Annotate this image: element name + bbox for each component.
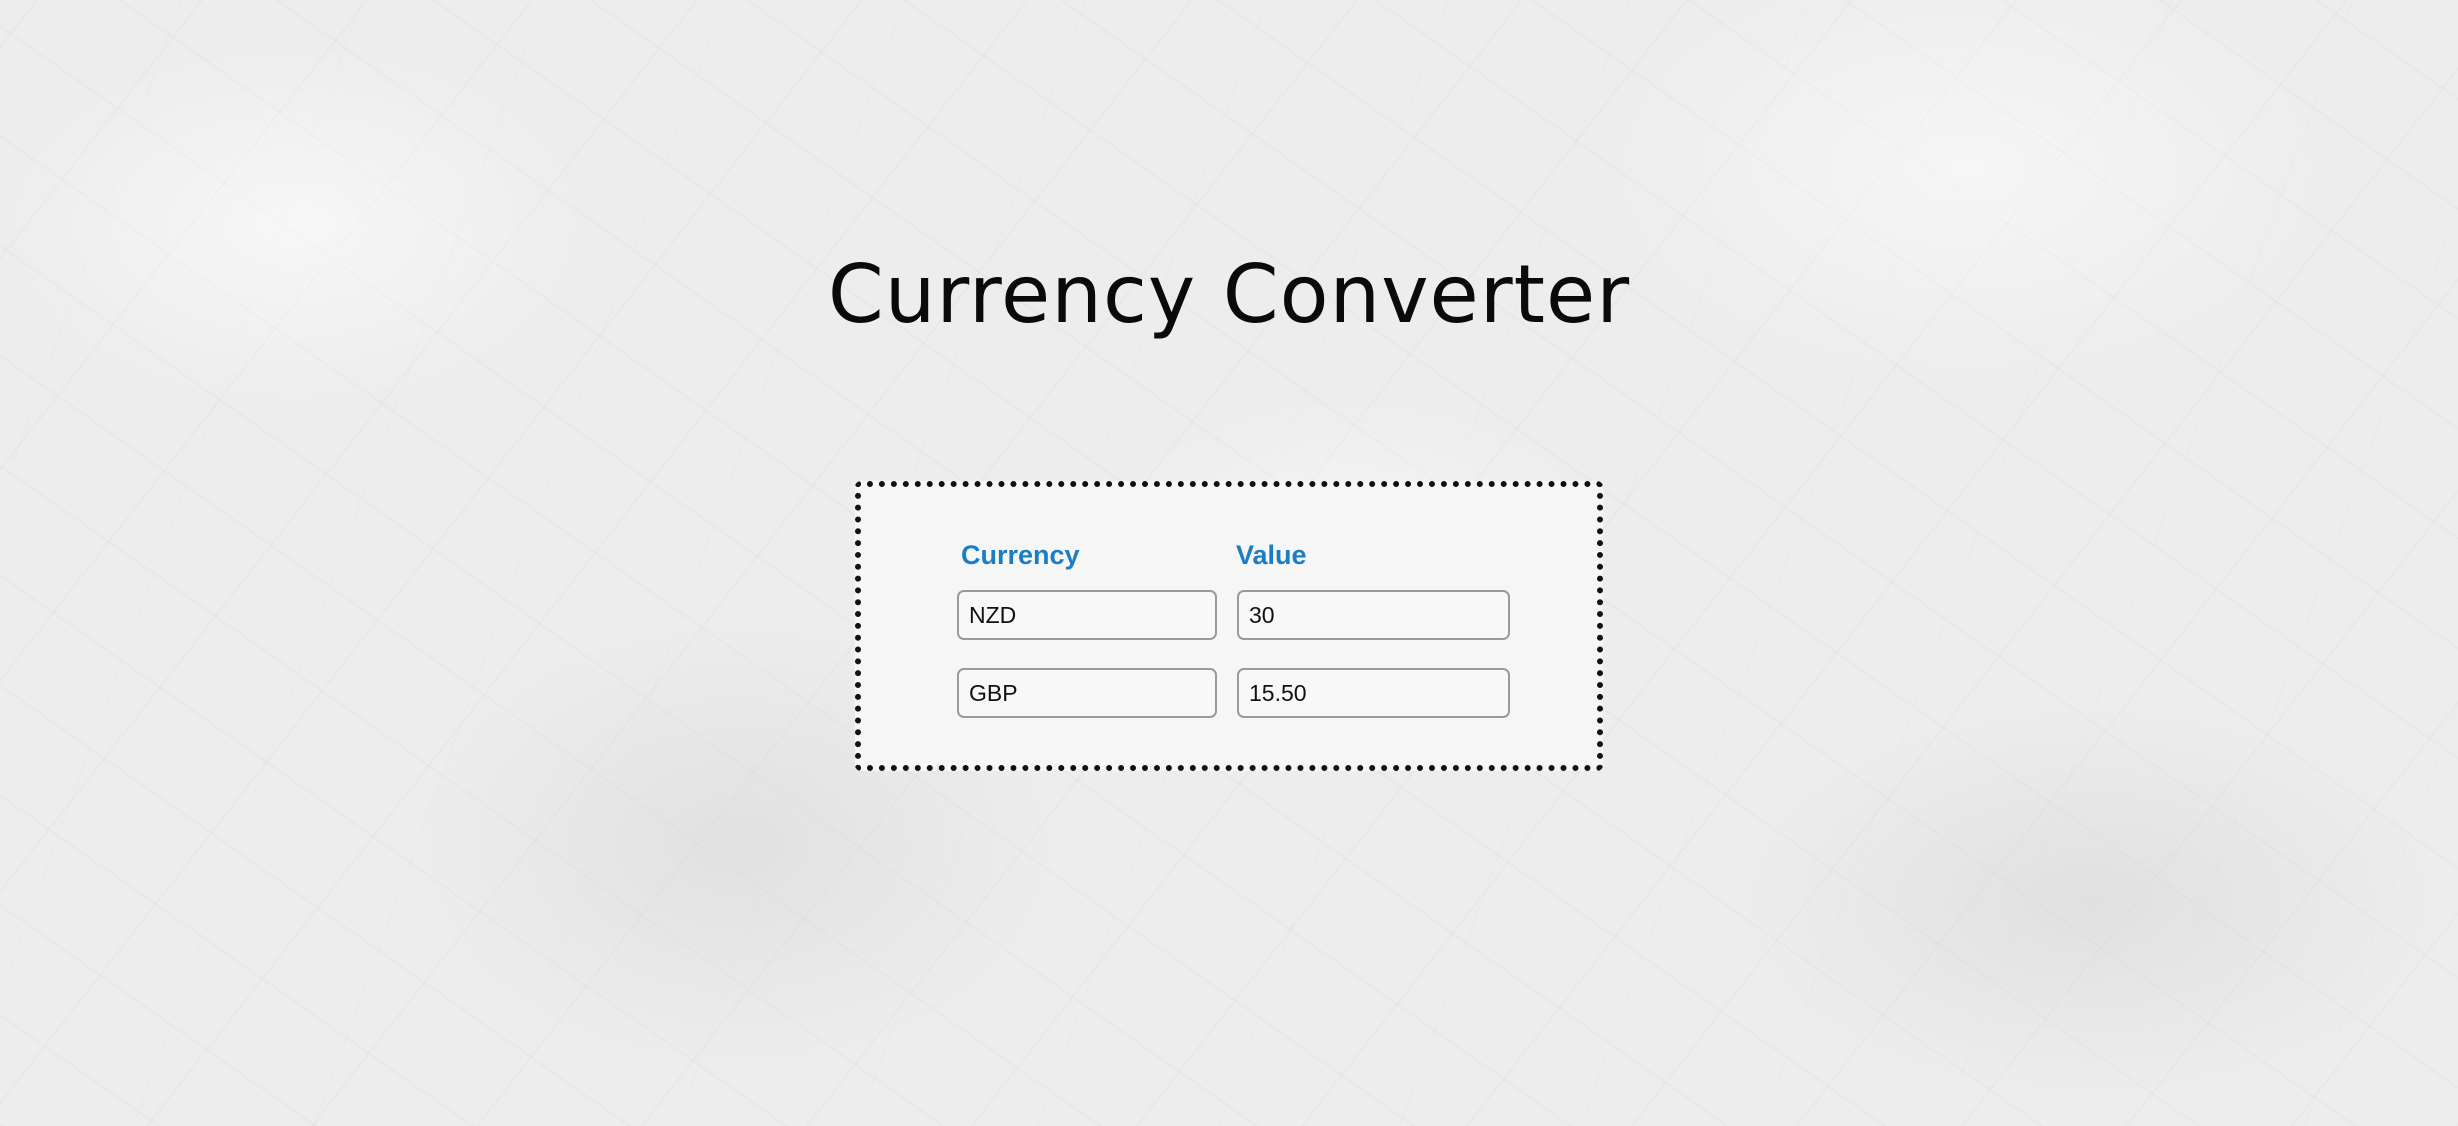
source-currency-input[interactable] xyxy=(957,590,1217,640)
page-title: Currency Converter xyxy=(827,248,1631,341)
source-value-input[interactable] xyxy=(1237,590,1510,640)
target-currency-input[interactable] xyxy=(957,668,1217,718)
currency-column-header: Currency xyxy=(961,540,1080,570)
target-value-input[interactable] xyxy=(1237,668,1510,718)
converter-panel: Currency Value xyxy=(855,481,1603,771)
value-column-header: Value xyxy=(1236,540,1307,570)
